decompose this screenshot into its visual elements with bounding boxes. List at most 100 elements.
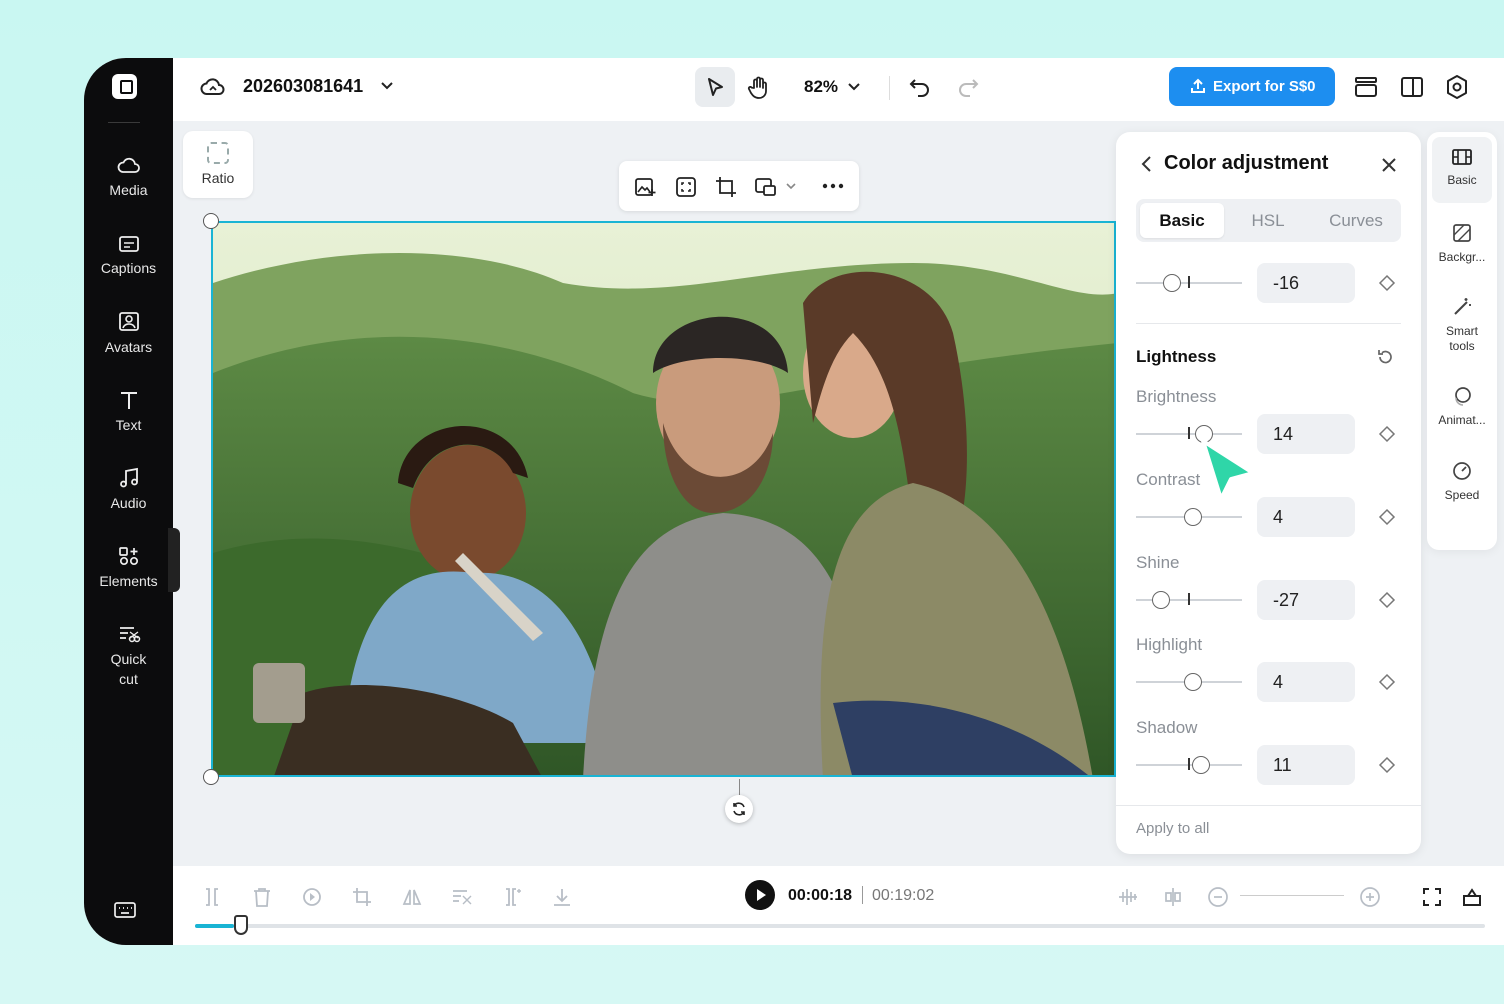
highlight-value-input[interactable]: 4 [1257, 662, 1355, 702]
audio-wave-icon[interactable] [1116, 886, 1140, 908]
smart-split-icon[interactable] [501, 886, 523, 908]
sidebar-item-text[interactable]: Text [84, 389, 173, 435]
sidebar-item-audio[interactable]: Audio [84, 467, 173, 513]
keyframe-icon[interactable] [1378, 274, 1396, 292]
chevron-down-icon[interactable] [785, 180, 797, 192]
video-frame-image [213, 223, 1114, 775]
rail-item-label: Animat... [1438, 413, 1486, 427]
slider-value-input[interactable]: -16 [1257, 263, 1355, 303]
slider-thumb[interactable] [1184, 673, 1203, 691]
tab-hsl[interactable]: HSL [1226, 203, 1310, 238]
quick-cut-icon[interactable] [451, 886, 473, 908]
sidebar-item-avatars[interactable]: Avatars [84, 311, 173, 357]
tab-curves[interactable]: Curves [1314, 203, 1398, 238]
export-button[interactable]: Export for S$0 [1169, 67, 1335, 106]
redo-icon[interactable] [956, 76, 980, 98]
rail-item-basic[interactable]: Basic [1432, 137, 1492, 203]
flip-icon[interactable] [401, 886, 423, 908]
slider-center-mark [1188, 758, 1190, 770]
keyframe-icon[interactable] [1378, 756, 1396, 774]
contrast-value-input[interactable]: 4 [1257, 497, 1355, 537]
keyframe-icon[interactable] [1378, 673, 1396, 691]
keyframe-icon[interactable] [1378, 508, 1396, 526]
download-icon[interactable] [551, 886, 573, 908]
play-button[interactable] [745, 880, 775, 910]
rotate-handle[interactable] [725, 795, 753, 823]
avatar-icon [118, 312, 139, 331]
settings-icon[interactable] [1444, 74, 1470, 100]
crop-icon[interactable] [714, 175, 738, 199]
chevron-down-icon[interactable] [380, 79, 394, 93]
shadow-value-input[interactable]: 11 [1257, 745, 1355, 785]
hand-tool-icon[interactable] [747, 75, 771, 101]
slider-thumb[interactable] [1191, 756, 1210, 774]
zoom-out-icon[interactable] [1207, 886, 1229, 908]
apply-to-all-button[interactable]: Apply to all [1136, 820, 1209, 837]
shine-slider-row: -27 [1136, 580, 1401, 620]
shine-value-input[interactable]: -27 [1257, 580, 1355, 620]
chevron-down-icon[interactable] [847, 80, 861, 94]
fit-frame-icon[interactable] [674, 175, 698, 199]
resize-handle-bottom-left[interactable] [203, 769, 219, 785]
property-rail: Basic Backgr... Smart tools Animat... Sp… [1427, 132, 1497, 550]
timeline-progress-fill [195, 924, 234, 928]
split-icon[interactable] [201, 886, 223, 908]
brightness-value-input[interactable]: 14 [1257, 414, 1355, 454]
brightness-label: Brightness [1136, 387, 1217, 406]
replace-icon[interactable] [754, 175, 778, 199]
fullscreen-icon[interactable] [1421, 886, 1443, 908]
slider-center-mark [1188, 427, 1190, 439]
adjustment-tabs: Basic HSL Curves [1136, 199, 1401, 242]
back-icon[interactable] [1140, 155, 1154, 173]
captions-icon [118, 236, 139, 252]
sidebar-item-captions[interactable]: Captions [84, 234, 173, 278]
rail-item-animation[interactable]: Animat... [1427, 385, 1497, 428]
cloud-sync-icon[interactable] [200, 75, 226, 99]
timeline-zoom-slider[interactable] [1240, 895, 1344, 896]
rail-item-speed[interactable]: Speed [1427, 460, 1497, 503]
more-options-icon[interactable] [822, 183, 844, 189]
split-screen-icon[interactable] [1161, 886, 1185, 908]
rail-item-smart-tools[interactable]: Smart tools [1427, 296, 1497, 354]
layout-panel-icon[interactable] [1399, 74, 1425, 100]
sidebar-item-elements[interactable]: Elements [84, 545, 173, 591]
rotate-icon [733, 802, 745, 816]
sidebar-item-media[interactable]: Media [84, 154, 173, 200]
lightness-section-title: Lightness [1136, 347, 1217, 366]
ratio-button[interactable]: Ratio [183, 131, 253, 198]
layers-icon[interactable] [1353, 74, 1379, 100]
cursor-pointer-icon [1201, 439, 1255, 501]
zoom-level[interactable]: 82% [804, 77, 838, 97]
close-icon[interactable] [1380, 156, 1398, 174]
tab-basic[interactable]: Basic [1140, 203, 1224, 238]
expand-timeline-icon[interactable] [1461, 886, 1483, 908]
sidebar-item-quick-cut[interactable]: Quick cut [84, 623, 173, 689]
zoom-in-icon[interactable] [1359, 886, 1381, 908]
video-preview[interactable] [211, 221, 1116, 777]
rail-item-background[interactable]: Backgr... [1427, 222, 1497, 265]
replace-media-icon[interactable] [633, 175, 657, 199]
select-tool-button[interactable] [695, 67, 735, 107]
slider-thumb[interactable] [1184, 508, 1203, 526]
timeline-progress-track[interactable] [195, 915, 1485, 935]
replay-icon[interactable] [301, 886, 323, 908]
slider-thumb[interactable] [1151, 591, 1170, 609]
project-title[interactable]: 202603081641 [243, 76, 363, 97]
resize-handle-top-left[interactable] [203, 213, 219, 229]
reset-icon[interactable] [1376, 348, 1394, 366]
quick-cut-icon [119, 627, 140, 643]
sidebar-item-label-line2: cut [119, 671, 138, 687]
keyboard-icon[interactable] [113, 900, 137, 920]
left-sidebar: Media Captions Avatars Text Audio Elemen… [84, 58, 180, 945]
rotate-connector [739, 779, 740, 795]
undo-icon[interactable] [908, 76, 932, 98]
keyframe-icon[interactable] [1378, 591, 1396, 609]
sidebar-collapse-handle[interactable] [168, 528, 180, 592]
crop-icon[interactable] [351, 886, 373, 908]
slider-thumb[interactable] [1163, 274, 1182, 292]
keyframe-icon[interactable] [1378, 425, 1396, 443]
playhead-handle[interactable] [233, 915, 248, 935]
highlight-label: Highlight [1136, 635, 1203, 654]
app-logo[interactable] [112, 74, 137, 99]
delete-icon[interactable] [251, 886, 273, 908]
